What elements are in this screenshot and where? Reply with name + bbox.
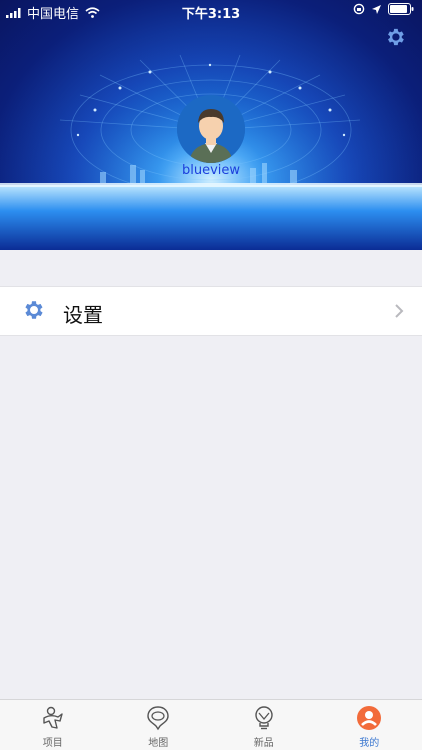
project-icon xyxy=(43,706,63,729)
profile-icon xyxy=(357,706,382,730)
bulb-icon xyxy=(255,706,273,730)
tab-label: 新品 xyxy=(253,738,274,749)
status-bar: 中国电信 下午3:13 xyxy=(0,0,422,22)
avatar-person-icon xyxy=(177,95,245,163)
settings-label: 设置 xyxy=(63,303,103,327)
tab-label: 我的 xyxy=(359,738,380,749)
tab-mine[interactable]: 我的 xyxy=(317,700,422,750)
tab-label: 地图 xyxy=(148,738,169,749)
tab-new-products[interactable]: 新品 xyxy=(211,700,317,750)
location-arrow-icon xyxy=(372,4,381,14)
tab-map[interactable]: 地图 xyxy=(106,700,212,750)
rotation-lock-icon xyxy=(353,3,365,15)
battery-icon xyxy=(388,3,414,15)
profile-banner: 中国电信 下午3:13 blueview xyxy=(0,0,422,250)
tab-label: 项目 xyxy=(42,738,63,749)
avatar[interactable] xyxy=(177,95,245,163)
chevron-right-icon xyxy=(395,304,404,318)
tab-project[interactable]: 项目 xyxy=(0,700,106,750)
tab-bar: 项目 地图 新品 我的 xyxy=(0,699,422,750)
header-settings-gear-icon[interactable] xyxy=(384,26,406,48)
settings-menu-row[interactable]: 设置 xyxy=(0,286,422,336)
settings-gear-icon xyxy=(25,301,43,319)
map-pin-icon xyxy=(147,706,169,731)
username[interactable]: blueview xyxy=(0,163,422,178)
